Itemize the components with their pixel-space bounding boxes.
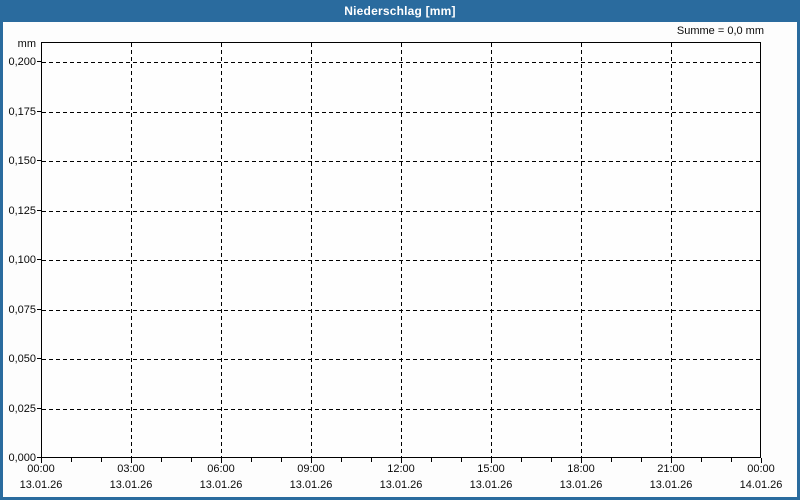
x-axis-date-label: 13.01.26 [109,479,153,491]
x-axis-minor-tick [71,458,72,462]
y-axis-tick [37,308,41,310]
x-axis-time-label: 06:00 [207,463,235,475]
x-axis-time-label: 12:00 [387,463,415,475]
x-axis-minor-tick [701,458,702,462]
y-axis-tick-label: 0,100 [8,254,36,266]
y-axis-tick [37,407,41,409]
x-axis-minor-tick [161,458,162,462]
plot-area [41,42,761,458]
x-axis-minor-tick [461,458,462,462]
x-axis-date-label: 13.01.26 [199,479,243,491]
y-axis-tick [37,160,41,161]
x-gridline [401,43,402,457]
x-gridline [221,43,222,457]
x-gridline [671,43,672,457]
x-axis-minor-tick [341,458,342,462]
x-axis-time-label: 15:00 [477,463,505,475]
x-axis-date-label: 13.01.26 [559,479,603,491]
x-axis-date-label: 13.01.26 [469,479,513,491]
y-axis-tick [37,358,41,359]
x-axis-major-tick [311,458,312,463]
x-axis-major-tick [131,458,132,463]
x-axis-date-label: 14.01.26 [739,479,783,491]
x-axis-minor-tick [641,458,642,462]
chart-title-bar: Niederschlag [mm] [0,0,800,22]
y-axis-tick-label: 0,150 [8,155,36,167]
x-axis-time-label: 03:00 [117,463,145,475]
x-axis-minor-tick [431,458,432,462]
y-axis-tick [37,61,41,62]
x-axis-minor-tick [191,458,192,462]
y-axis-tick-label: 0,025 [8,402,36,415]
x-axis-minor-tick [251,458,252,462]
x-axis-minor-tick [371,458,372,462]
x-axis-major-tick [41,458,42,463]
x-axis-minor-tick [611,458,612,462]
x-gridline [311,43,312,457]
x-axis-date-label: 13.01.26 [379,479,423,491]
x-axis-date-label: 13.01.26 [19,479,63,491]
x-axis-date-label: 13.01.26 [649,479,693,491]
x-axis-minor-tick [101,458,102,462]
y-axis-tick [37,110,41,112]
x-axis-major-tick [401,458,402,463]
x-gridline [131,43,132,457]
y-axis-tick-label: 0,125 [8,204,36,217]
x-axis-major-tick [581,458,582,463]
x-axis-time-label: 09:00 [297,463,325,475]
x-gridline [491,43,492,457]
y-axis-tick-label: 0,175 [8,105,36,118]
x-axis-minor-tick [521,458,522,462]
y-axis-unit-label: mm [17,38,36,50]
x-axis-minor-tick [551,458,552,462]
x-axis-time-label: 21:00 [657,463,685,475]
sum-annotation: Summe = 0,0 mm [676,25,764,37]
y-axis-tick [37,209,41,211]
x-axis-time-label: 00:00 [747,463,775,475]
x-axis-minor-tick [731,458,732,462]
x-gridline [581,43,582,457]
x-axis-date-label: 13.01.26 [289,479,333,491]
x-axis-major-tick [221,458,222,463]
y-axis-tick-label: 0,075 [8,303,36,316]
x-axis-major-tick [761,458,762,463]
x-axis-time-label: 18:00 [567,463,595,475]
x-axis-major-tick [491,458,492,463]
x-axis-major-tick [671,458,672,463]
chart-window: Niederschlag [mm] Summe = 0,0 mm mm 0,20… [0,0,800,500]
y-axis-tick-label: 0,050 [8,353,36,365]
x-axis-time-label: 00:00 [27,463,55,475]
y-axis-tick [37,259,41,260]
y-axis-tick-label: 0,200 [8,56,36,68]
x-axis-minor-tick [281,458,282,462]
